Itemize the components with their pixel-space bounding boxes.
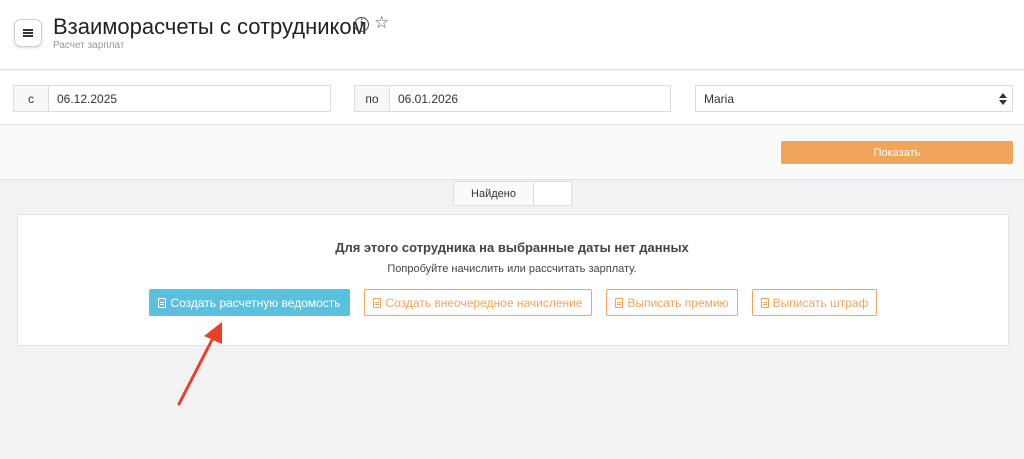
annotation-arrow [177,322,222,406]
annotation-arrow-shaft [177,334,216,406]
